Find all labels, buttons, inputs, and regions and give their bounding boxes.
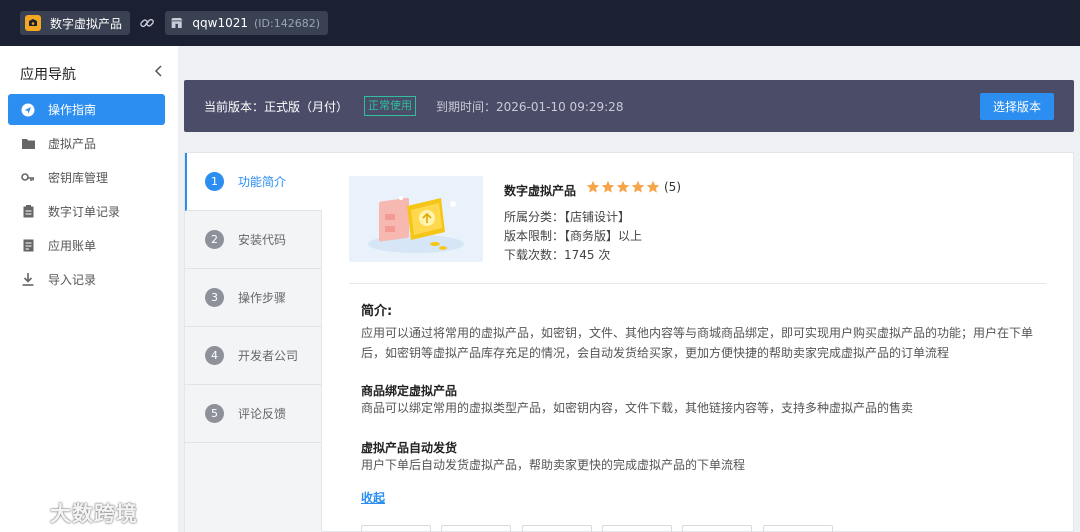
version-banner: 当前版本：正式版（月付） 正常使用 到期时间：2026-01-10 09:29:… bbox=[184, 80, 1074, 132]
sidebar-item-digital-orders[interactable]: 数字订单记录 bbox=[8, 196, 165, 227]
step-number: 1 bbox=[205, 172, 224, 191]
step-number: 4 bbox=[205, 346, 224, 365]
send-icon bbox=[21, 103, 35, 117]
app-chip[interactable]: 数字虚拟产品 bbox=[20, 11, 130, 35]
product-name: 数字虚拟产品 bbox=[504, 184, 577, 198]
top-bar: 数字虚拟产品 qqw1021 (ID:142682) bbox=[0, 0, 1080, 46]
step-label: 操作步骤 bbox=[238, 291, 287, 305]
content-card: 1 功能简介 2 安装代码 3 操作步骤 4 开发者公司 5 评论反馈 数字虚拟… bbox=[184, 152, 1074, 532]
section-text-binding: 商品可以绑定常用的虚拟类型产品，如密钥内容，文件下载，其他链接内容等，支持多种虚… bbox=[361, 401, 914, 415]
product-downloads: 下载次数：1745 次 bbox=[504, 248, 611, 262]
sidebar-item-label: 操作指南 bbox=[48, 103, 97, 117]
tab-developer-company[interactable]: 4 开发者公司 bbox=[185, 327, 322, 385]
star-icon bbox=[631, 180, 645, 193]
product-category: 所属分类：【店铺设计】 bbox=[504, 210, 631, 224]
sidebar-item-key-library[interactable]: 密钥库管理 bbox=[8, 162, 165, 193]
step-number: 3 bbox=[205, 288, 224, 307]
select-version-button[interactable]: 选择版本 bbox=[980, 93, 1054, 120]
section-title-binding: 商品绑定虚拟产品 bbox=[361, 384, 458, 398]
rating-stars: (5) bbox=[586, 180, 681, 194]
star-icon bbox=[646, 180, 660, 193]
sidebar-item-virtual-products[interactable]: 虚拟产品 bbox=[8, 128, 165, 159]
sidebar-item-import-records[interactable]: 导入记录 bbox=[8, 264, 165, 295]
step-number: 2 bbox=[205, 230, 224, 249]
watermark-text: 大数跨境 bbox=[50, 502, 138, 526]
store-icon bbox=[170, 17, 183, 29]
steps-nav: 1 功能简介 2 安装代码 3 操作步骤 4 开发者公司 5 评论反馈 bbox=[185, 153, 322, 532]
tab-operation-steps[interactable]: 3 操作步骤 bbox=[185, 269, 322, 327]
section-title-auto-delivery: 虚拟产品自动发货 bbox=[361, 441, 458, 455]
sidebar-title: 应用导航 bbox=[20, 67, 76, 83]
intro-text: 应用可以通过将常用的虚拟产品，如密钥，文件、其他内容等与商城商品绑定，即可实现用… bbox=[361, 326, 1034, 360]
sidebar: 应用导航 操作指南 虚拟产品 密钥库管理 数字订单记录 应用账单 导入记录 bbox=[0, 46, 178, 532]
screenshot-thumbnail[interactable] bbox=[763, 525, 833, 532]
rating-count: (5) bbox=[664, 180, 681, 194]
app-logo-icon bbox=[25, 15, 41, 31]
tab-feature-intro[interactable]: 1 功能简介 bbox=[185, 153, 322, 211]
sidebar-item-label: 数字订单记录 bbox=[48, 205, 121, 219]
screenshot-thumbnail[interactable] bbox=[682, 525, 752, 532]
step-number: 5 bbox=[205, 404, 224, 423]
sidebar-item-guide[interactable]: 操作指南 bbox=[8, 94, 165, 125]
screenshot-thumbnail[interactable] bbox=[441, 525, 511, 532]
product-image bbox=[349, 176, 483, 262]
sidebar-item-app-bills[interactable]: 应用账单 bbox=[8, 230, 165, 261]
step-label: 功能简介 bbox=[238, 175, 287, 189]
watermark-logo-icon bbox=[8, 503, 44, 524]
tab-reviews[interactable]: 5 评论反馈 bbox=[185, 385, 322, 443]
star-icon bbox=[586, 180, 600, 193]
tab-install-code[interactable]: 2 安装代码 bbox=[185, 211, 322, 269]
screenshot-thumbnail[interactable] bbox=[522, 525, 592, 532]
section-text-auto-delivery: 用户下单后自动发货虚拟产品，帮助卖家更快的完成虚拟产品的下单流程 bbox=[361, 458, 746, 472]
status-badge: 正常使用 bbox=[364, 96, 416, 116]
app-name: 数字虚拟产品 bbox=[50, 16, 123, 31]
step-label: 安装代码 bbox=[238, 233, 287, 247]
link-icon bbox=[140, 18, 154, 28]
store-chip[interactable]: qqw1021 (ID:142682) bbox=[165, 11, 328, 35]
sidebar-item-label: 应用账单 bbox=[48, 239, 97, 253]
product-version-limit: 版本限制：【商务版】以上 bbox=[504, 229, 643, 243]
sidebar-item-label: 密钥库管理 bbox=[48, 171, 109, 185]
clipboard-icon bbox=[21, 205, 35, 219]
document-icon bbox=[21, 239, 35, 253]
chevron-left-icon bbox=[154, 65, 162, 77]
star-icon bbox=[601, 180, 615, 193]
step-label: 评论反馈 bbox=[238, 407, 287, 421]
store-id: (ID:142682) bbox=[254, 16, 320, 30]
expiry-time: 到期时间：2026-01-10 09:29:28 bbox=[436, 100, 624, 114]
sidebar-item-label: 导入记录 bbox=[48, 273, 97, 287]
store-name: qqw1021 bbox=[192, 16, 248, 30]
screenshot-thumbnail[interactable] bbox=[602, 525, 672, 532]
screenshot-thumbnail[interactable] bbox=[361, 525, 431, 532]
current-version: 当前版本：正式版（月付） bbox=[204, 100, 349, 114]
step-label: 开发者公司 bbox=[238, 349, 299, 363]
key-icon bbox=[21, 171, 35, 185]
download-icon bbox=[21, 273, 35, 287]
watermark: 大数跨境 bbox=[8, 498, 148, 528]
sidebar-item-label: 虚拟产品 bbox=[48, 137, 97, 151]
intro-title: 简介: bbox=[361, 304, 393, 319]
divider bbox=[349, 283, 1046, 284]
folder-icon bbox=[21, 137, 35, 151]
collapse-link[interactable]: 收起 bbox=[361, 489, 385, 506]
collapse-sidebar-button[interactable] bbox=[154, 64, 164, 82]
star-icon bbox=[616, 180, 630, 193]
